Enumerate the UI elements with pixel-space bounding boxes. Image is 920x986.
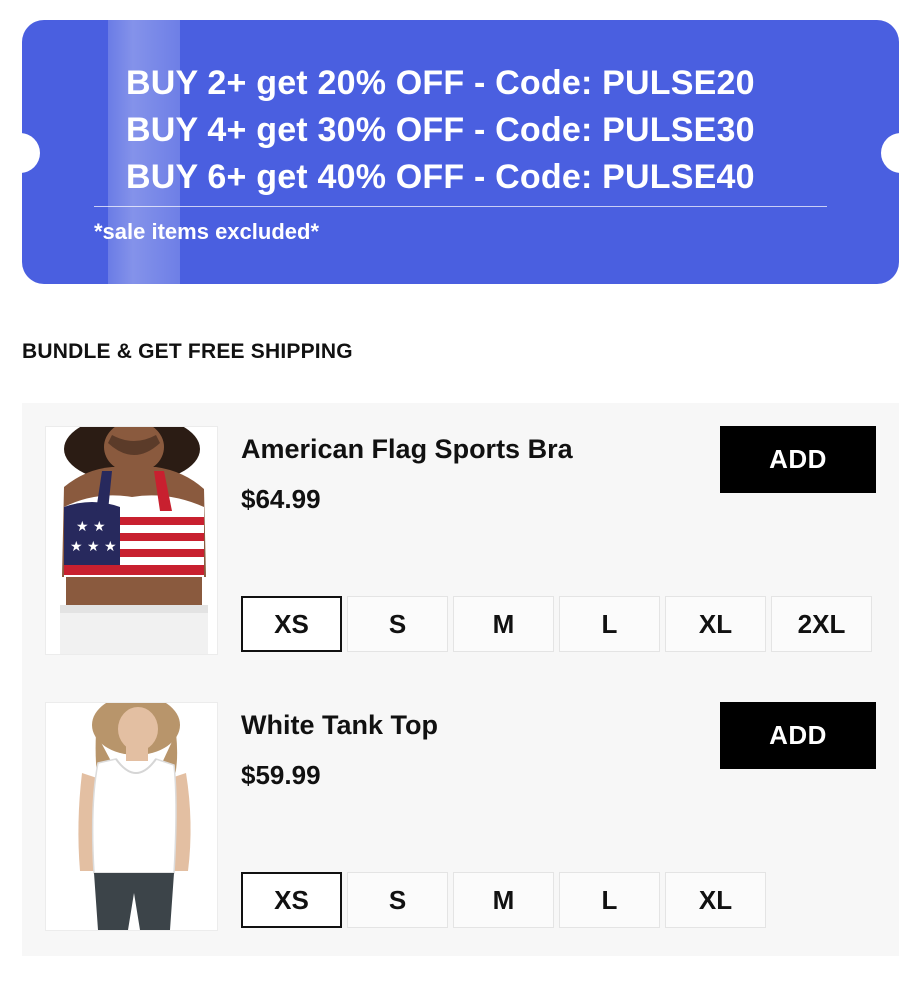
sale-exclusion-note: *sale items excluded* [94,219,320,244]
discount-tier-line: BUY 4+ get 30% OFF - Code: PULSE30 [126,111,755,149]
banner-divider [94,206,827,207]
size-option-l[interactable]: L [559,872,660,928]
product-price: $64.99 [241,484,321,514]
product-card: White Tank Top $59.99 ADD XS S M L XL [22,702,899,932]
discount-tiers: BUY 2+ get 20% OFF - Code: PULSE20 BUY 4… [126,60,839,201]
size-option-s[interactable]: S [347,596,448,652]
size-option-xs[interactable]: XS [241,872,342,928]
product-name[interactable]: American Flag Sports Bra [241,434,573,465]
size-option-m[interactable]: M [453,872,554,928]
svg-text:★ ★ ★: ★ ★ ★ [70,539,117,555]
add-to-bundle-button[interactable]: ADD [720,426,876,493]
size-option-2xl[interactable]: 2XL [771,596,872,652]
discount-coupon-banner: BUY 2+ get 20% OFF - Code: PULSE20 BUY 4… [22,20,899,284]
size-option-xs[interactable]: XS [241,596,342,652]
discount-tier-line: BUY 2+ get 20% OFF - Code: PULSE20 [126,64,755,102]
add-to-bundle-button[interactable]: ADD [720,702,876,769]
svg-text:★ ★: ★ ★ [76,519,106,535]
size-option-s[interactable]: S [347,872,448,928]
product-image[interactable] [45,702,218,931]
bundle-product-list: ★ ★ ★ ★ ★ American Flag Sports Bra $64.9… [22,403,899,956]
coupon-notch-right [881,133,899,173]
coupon-notch-left [22,133,40,173]
section-title: BUNDLE & GET FREE SHIPPING [22,340,353,363]
product-card: ★ ★ ★ ★ ★ American Flag Sports Bra $64.9… [22,426,899,656]
size-selector: XS S M L XL 2XL [241,596,872,652]
product-name[interactable]: White Tank Top [241,710,438,741]
product-image[interactable]: ★ ★ ★ ★ ★ [45,426,218,655]
size-option-l[interactable]: L [559,596,660,652]
product-price: $59.99 [241,760,321,790]
size-option-m[interactable]: M [453,596,554,652]
size-selector: XS S M L XL [241,872,766,928]
discount-tier-line: BUY 6+ get 40% OFF - Code: PULSE40 [126,158,755,196]
size-option-xl[interactable]: XL [665,596,766,652]
size-option-xl[interactable]: XL [665,872,766,928]
